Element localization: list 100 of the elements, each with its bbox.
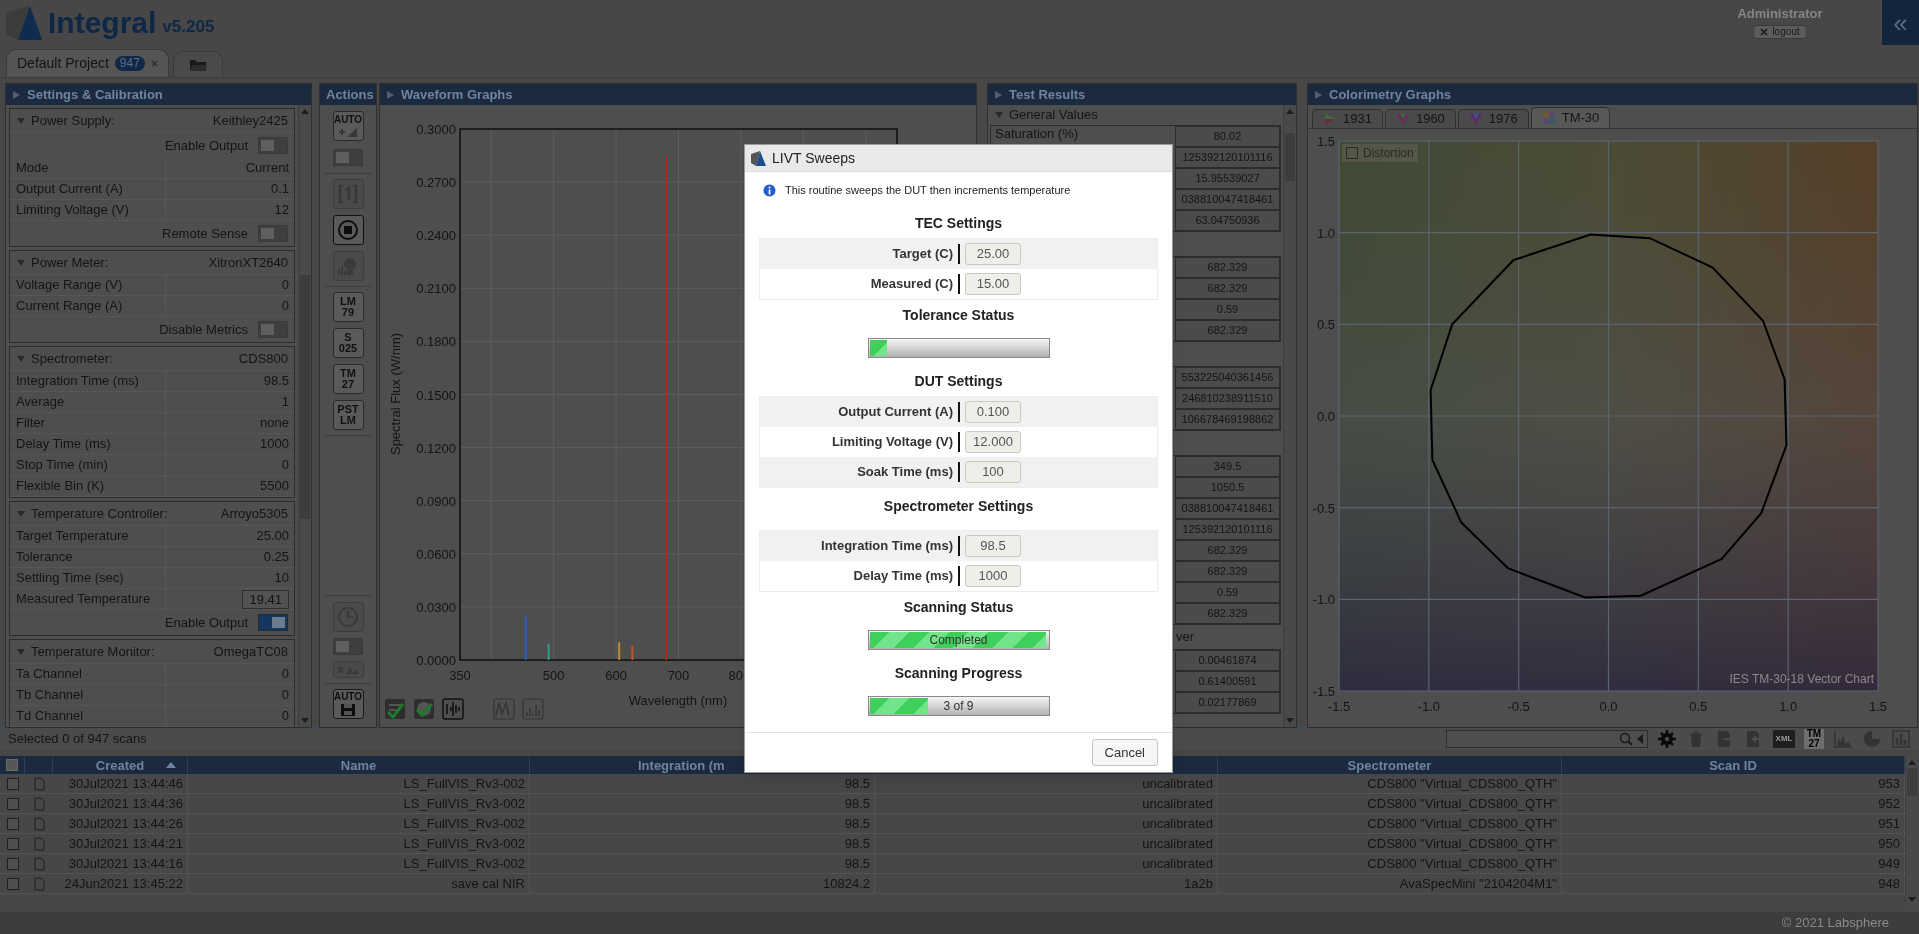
- row-checkbox[interactable]: [6, 857, 19, 870]
- x-tick-label: 0.5: [1689, 699, 1708, 714]
- section-header[interactable]: Power Meter: XitronXT2640: [10, 251, 294, 275]
- field-label: Td Channel: [10, 706, 166, 726]
- standard-button[interactable]: S 025: [332, 328, 364, 358]
- toggle-switch[interactable]: [258, 137, 288, 154]
- close-tab-button[interactable]: ×: [150, 53, 159, 74]
- toggle-switch[interactable]: [258, 614, 288, 631]
- y-tick-label: -1.0: [1312, 592, 1335, 608]
- project-tab[interactable]: Default Project 947 ×: [6, 49, 170, 77]
- checklist-icon: [384, 698, 406, 720]
- search-field[interactable]: [1446, 730, 1648, 748]
- settings-button[interactable]: [1657, 730, 1677, 748]
- section-title: Temperature Monitor:: [31, 642, 155, 661]
- scroll-thumb[interactable]: [1285, 133, 1295, 181]
- scroll-up-icon[interactable]: [1907, 759, 1917, 766]
- progress-label: Completed: [929, 634, 988, 646]
- column-header[interactable]: Scan ID: [1709, 758, 1757, 772]
- spectrum-bar: [631, 645, 634, 660]
- standard-button[interactable]: LM 79: [332, 292, 364, 322]
- scrollbar[interactable]: [298, 105, 311, 727]
- sort-ascending-icon[interactable]: [165, 761, 177, 769]
- toggle-label: Remote Sense: [162, 224, 248, 243]
- column-header[interactable]: Created: [95, 758, 145, 772]
- x-tick-label: 1.5: [1868, 699, 1888, 714]
- standard-button[interactable]: PST LM: [332, 400, 364, 430]
- app-version: v5.205: [162, 18, 215, 35]
- spectrum-bar: [547, 644, 550, 660]
- column-header[interactable]: Name: [340, 758, 377, 772]
- standard-button[interactable]: TM 27: [332, 364, 364, 394]
- graph-tool-button[interactable]: [384, 697, 408, 721]
- xml-button[interactable]: XML: [1773, 730, 1795, 748]
- field-label: Delay Time (ms): [10, 434, 166, 454]
- result-value: 125392120101116: [1175, 519, 1280, 540]
- auto-adjust-button[interactable]: AUTO: [332, 111, 364, 141]
- copyright-text: © 2021 Labsphere: [1781, 914, 1889, 933]
- field-label: Tb Channel: [10, 685, 166, 705]
- y-axis-title: Spectral Flux (W/nm): [388, 332, 403, 456]
- tm-button[interactable]: TM 27: [1804, 729, 1824, 749]
- tab-label: Default Project: [17, 54, 109, 73]
- select-all-checkbox[interactable]: [6, 759, 18, 771]
- user-name: Administrator: [1737, 7, 1823, 20]
- stop-button[interactable]: [332, 215, 364, 245]
- collapse-icon: [16, 115, 26, 126]
- device-name: Arroyo5305: [220, 504, 288, 523]
- graph-tool-button[interactable]: [442, 697, 466, 721]
- scrollbar[interactable]: [1283, 105, 1296, 727]
- scroll-down-icon[interactable]: [300, 717, 310, 724]
- file-icon: [33, 876, 45, 891]
- readout-field: 12.000: [965, 431, 1021, 453]
- field-label: Current Range (A): [10, 296, 166, 316]
- scroll-up-icon[interactable]: [300, 108, 310, 115]
- file-icon: [33, 776, 45, 791]
- close-icon: [1760, 28, 1769, 36]
- collapse-icon: [16, 508, 26, 519]
- row-checkbox[interactable]: [6, 797, 19, 810]
- column-header[interactable]: Spectrometer: [1347, 758, 1432, 772]
- field-label: Flexible Bin (K): [10, 476, 166, 496]
- row-checkbox[interactable]: [6, 817, 19, 830]
- readout-field: 98.5: [965, 535, 1021, 557]
- toggle-switch[interactable]: [333, 638, 363, 655]
- field-value: 0: [281, 456, 289, 475]
- scroll-down-icon[interactable]: [1285, 717, 1295, 724]
- toggle-switch[interactable]: [333, 149, 363, 166]
- section-header[interactable]: Power Supply: Keithley2425: [10, 109, 294, 133]
- toggle-label: Enable Output: [164, 613, 248, 632]
- collapse-icon: [16, 646, 26, 657]
- scroll-thumb[interactable]: [300, 275, 310, 519]
- x-tick-label: 500: [542, 668, 565, 683]
- bar-chart-button[interactable]: [1891, 730, 1911, 748]
- cancel-button[interactable]: Cancel: [1091, 739, 1158, 766]
- auto-save-button[interactable]: AUTO: [332, 689, 364, 719]
- scroll-down-icon[interactable]: [1907, 896, 1917, 903]
- field-label: Soak Time (ms): [856, 463, 953, 482]
- row-checkbox[interactable]: [6, 777, 19, 790]
- toggle-label: Disable Metrics: [159, 320, 248, 339]
- y-tick-label: 0.5: [1316, 317, 1335, 333]
- row-checkbox[interactable]: [6, 877, 19, 890]
- file-icon: [33, 796, 45, 811]
- section-header[interactable]: Spectrometer: CDS800: [10, 347, 294, 371]
- logout-button[interactable]: logout: [1753, 25, 1807, 39]
- panel-title: Waveform Graphs: [401, 88, 513, 101]
- toggle-switch[interactable]: [258, 321, 288, 338]
- histogram-icon: [522, 698, 544, 720]
- pie-button[interactable]: [1862, 730, 1882, 748]
- row-checkbox[interactable]: [6, 837, 19, 850]
- x-tick-label: -0.5: [1507, 699, 1530, 714]
- section-header[interactable]: Temperature Monitor: OmegaTC08: [10, 640, 294, 664]
- toggle-switch[interactable]: [258, 225, 288, 242]
- section-header[interactable]: Temperature Controller: Arroyo5305: [10, 502, 294, 526]
- graph-tool-button[interactable]: [413, 697, 437, 721]
- bars-icon: [442, 698, 464, 720]
- diagram-tab[interactable]: TM-30: [1530, 107, 1611, 128]
- column-header[interactable]: Integration (m: [638, 758, 725, 772]
- readout-field: 19.41: [242, 589, 289, 609]
- collapse-button[interactable]: «: [1882, 0, 1919, 45]
- spectrum-button[interactable]: [1833, 730, 1853, 748]
- folder-tab[interactable]: [173, 51, 224, 77]
- x-tick-label: -1.0: [1417, 699, 1441, 714]
- scroll-up-icon[interactable]: [1285, 108, 1295, 115]
